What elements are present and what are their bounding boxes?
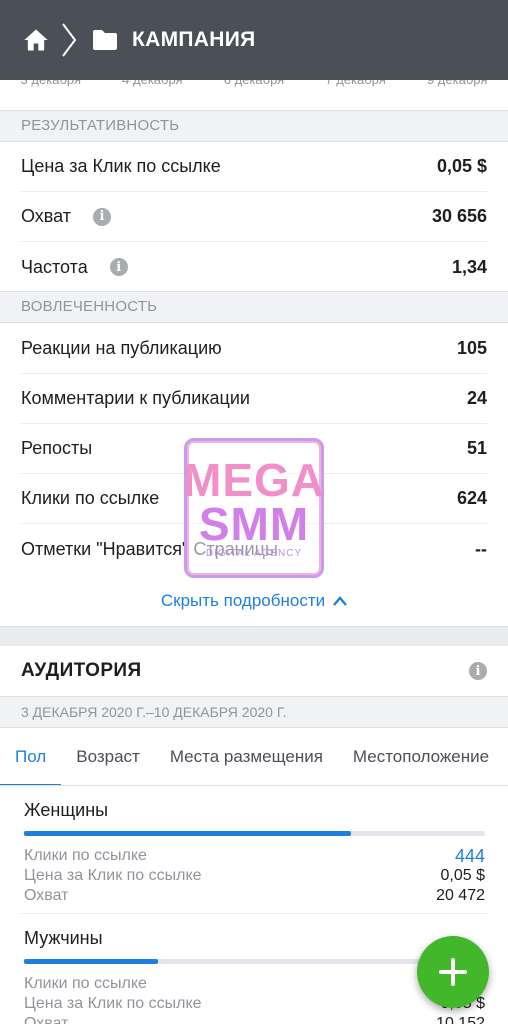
metric-label: Цена за Клик по ссылке (24, 995, 202, 1012)
home-icon[interactable] (22, 26, 50, 54)
metric-label: Реакции на публикацию (21, 338, 222, 358)
metric-row: Реакции на публикацию 105 (21, 324, 487, 374)
metric-row: Комментарии к публикации 24 (21, 374, 487, 424)
engagement-heading: ВОВЛЕЧЕННОСТЬ (0, 291, 508, 323)
info-icon[interactable]: i (469, 662, 487, 680)
metric-label: Репосты (21, 438, 93, 458)
metric-value: 20 472 (436, 887, 485, 904)
metric-label: Охват (24, 1015, 69, 1024)
metric-value: 0,05 $ (440, 867, 485, 884)
metric-value: 51 (466, 438, 487, 458)
metric-value: 0,05 $ (436, 156, 487, 176)
share-bar-fill (24, 831, 352, 836)
metric-label: Клики по ссылке (21, 488, 160, 508)
metric-label: Цена за Клик по ссылке (24, 867, 202, 884)
audience-title: АУДИТОРИЯ (21, 660, 142, 681)
info-icon[interactable]: i (109, 258, 128, 276)
metric-value: -- (475, 538, 487, 559)
tab-age[interactable]: Возраст (61, 728, 155, 785)
gender-group-women: Женщины Клики по ссылке 444 Цена за Клик… (24, 800, 485, 906)
metric-label: Цена за Клик по ссылке (21, 156, 221, 176)
tab-placements[interactable]: Места размещения (155, 728, 338, 785)
metric-row: Цена за Клик по ссылке 0,05 $ (21, 142, 487, 192)
performance-heading: РЕЗУЛЬТАТИВНОСТЬ (0, 110, 508, 142)
metric-label: Клики по ссылке (24, 975, 147, 992)
gender-metrics: Клики по ссылке 180 Цена за Клик по ссыл… (24, 974, 485, 1024)
date-range: 3 ДЕКАБРЯ 2020 Г.–10 ДЕКАБРЯ 2020 Г. (0, 696, 508, 728)
top-bar: КАМПАНИЯ (0, 0, 508, 80)
metric-label: Клики по ссылке (24, 847, 147, 864)
metric-value[interactable]: 444 (436, 846, 485, 866)
audience-tabs: Пол Возраст Места размещения Местоположе… (0, 728, 508, 786)
tab-gender[interactable]: Пол (0, 728, 62, 785)
share-bar (24, 959, 485, 964)
axis-tick: 3 декабря (21, 80, 81, 110)
section-gap (0, 626, 508, 646)
metric-label: Охват (21, 206, 72, 226)
gender-metrics: Клики по ссылке 444 Цена за Клик по ссыл… (24, 846, 485, 906)
metric-row: Частота i 1,34 (21, 242, 487, 292)
metric-value: 1,34 (451, 256, 487, 277)
metric-value: 24 (466, 388, 487, 408)
gender-name: Мужчины (24, 928, 103, 948)
metric-value: 30 656 (431, 206, 487, 226)
plus-icon (439, 958, 467, 986)
folder-icon (93, 30, 117, 50)
metric-row: Охват i 30 656 (21, 192, 487, 242)
gender-group-men: Мужчины Клики по ссылке 180 Цена за Клик… (24, 928, 485, 1024)
chevron-up-icon (333, 596, 348, 606)
breadcrumb-chevron-icon (62, 23, 77, 57)
hide-details-button[interactable]: Скрыть подробности (0, 576, 508, 626)
chart-axis-ticks: 3 декабря 4 декабря 6 декабря 7 декабря … (0, 80, 508, 110)
axis-tick: 9 декабря (427, 80, 487, 110)
share-bar (24, 831, 485, 836)
axis-tick: 4 декабря (122, 80, 182, 110)
metric-value: 10 152 (436, 1015, 485, 1024)
hide-details-label: Скрыть подробности (160, 591, 326, 610)
share-bar-fill (24, 959, 158, 964)
metric-label: Комментарии к публикации (21, 388, 250, 408)
metric-label: Частота (21, 256, 88, 277)
add-button[interactable] (417, 936, 489, 1008)
info-icon[interactable]: i (93, 207, 112, 226)
metric-value: 624 (456, 488, 487, 508)
axis-tick: 6 декабря (224, 80, 284, 110)
watermark-line: DIGITAL AGENCY (205, 547, 303, 559)
watermark-logo: MEGA SMM DIGITAL AGENCY (183, 438, 325, 578)
tab-location[interactable]: Местоположение (338, 728, 504, 785)
axis-tick: 7 декабря (325, 80, 385, 110)
gender-name: Женщины (24, 800, 109, 820)
metric-value: 105 (456, 338, 487, 358)
watermark-line: SMM (198, 497, 310, 550)
page-title[interactable]: КАМПАНИЯ (132, 28, 256, 52)
divider (21, 913, 487, 914)
metric-label: Охват (24, 887, 69, 904)
watermark-line: MEGA (183, 453, 325, 506)
